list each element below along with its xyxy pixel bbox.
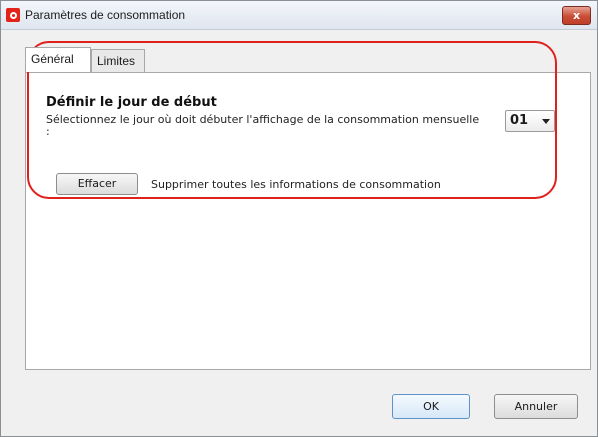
- chevron-down-icon: [542, 119, 550, 124]
- tab-general[interactable]: Général: [25, 47, 91, 72]
- settings-dialog: Paramètres de consommation x Général Lim…: [0, 0, 598, 437]
- cancel-button[interactable]: Annuler: [494, 394, 578, 419]
- close-icon: x: [572, 9, 581, 22]
- tab-limits[interactable]: Limites: [91, 49, 145, 72]
- erase-button[interactable]: Effacer: [56, 173, 138, 195]
- start-day-select[interactable]: 01: [505, 110, 555, 132]
- vodafone-logo-icon: [6, 8, 20, 22]
- ok-button[interactable]: OK: [392, 394, 470, 419]
- section-description: Sélectionnez le jour où doit débuter l'a…: [46, 113, 480, 138]
- general-panel: Définir le jour de début Sélectionnez le…: [25, 72, 591, 370]
- title-bar[interactable]: Paramètres de consommation x: [1, 1, 597, 30]
- erase-description: Supprimer toutes les informations de con…: [151, 178, 441, 191]
- close-button[interactable]: x: [562, 6, 591, 25]
- window-title: Paramètres de consommation: [25, 8, 186, 22]
- start-day-value: 01: [510, 113, 529, 128]
- section-title: Définir le jour de début: [46, 95, 217, 110]
